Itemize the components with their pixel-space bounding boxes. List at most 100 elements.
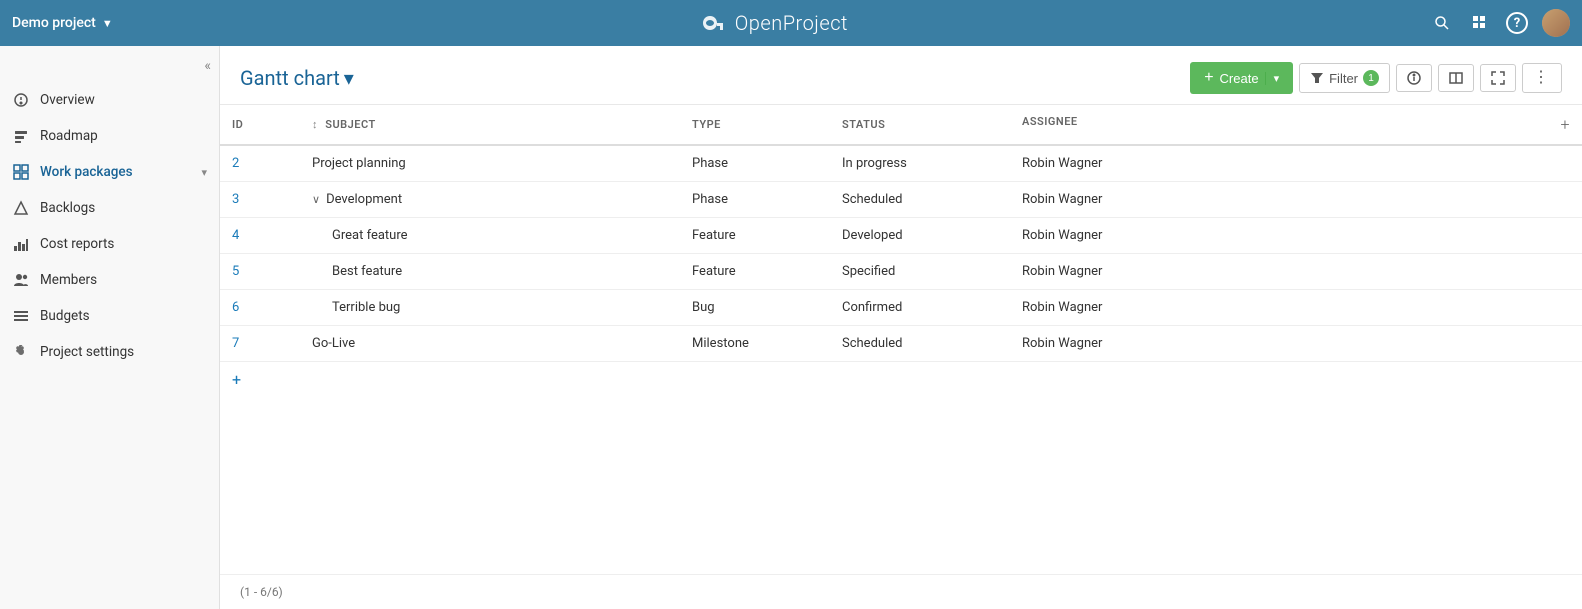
cell-id: 6 bbox=[220, 290, 300, 326]
sidebar-item-project-settings[interactable]: Project settings bbox=[0, 334, 219, 370]
cell-id: 4 bbox=[220, 218, 300, 254]
toolbar: + Create ▾ Filter 1 bbox=[1190, 62, 1562, 94]
cell-subject: Project planning bbox=[300, 145, 680, 182]
backlogs-icon bbox=[12, 199, 30, 217]
col-header-subject: ↕ Subject bbox=[300, 105, 680, 145]
filter-button[interactable]: Filter 1 bbox=[1299, 63, 1390, 93]
title-dropdown-arrow[interactable]: ▾ bbox=[344, 66, 354, 90]
cell-subject: ∨ Development bbox=[300, 182, 680, 218]
sidebar-item-label-members: Members bbox=[40, 272, 207, 288]
help-icon[interactable]: ? bbox=[1506, 12, 1528, 34]
cell-type: Feature bbox=[680, 218, 830, 254]
page-title-text: Gantt chart bbox=[240, 66, 340, 90]
cell-status: Developed bbox=[830, 218, 1010, 254]
info-icon bbox=[1407, 71, 1421, 85]
row-id-link[interactable]: 6 bbox=[232, 300, 239, 315]
project-chevron: ▼ bbox=[102, 17, 113, 30]
cell-status: Scheduled bbox=[830, 326, 1010, 362]
row-id-link[interactable]: 4 bbox=[232, 228, 239, 243]
cell-id: 2 bbox=[220, 145, 300, 182]
main-layout: « Overview Roadmap Work packages ▾ bbox=[0, 46, 1582, 609]
info-button[interactable] bbox=[1396, 64, 1432, 92]
add-column-button[interactable]: + bbox=[1560, 115, 1570, 134]
cell-type: Feature bbox=[680, 254, 830, 290]
split-view-button[interactable] bbox=[1438, 64, 1474, 92]
col-header-id: ID bbox=[220, 105, 300, 145]
create-dropdown-arrow: ▾ bbox=[1265, 72, 1280, 85]
cell-assignee: Robin Wagner bbox=[1010, 145, 1582, 182]
cell-type: Milestone bbox=[680, 326, 830, 362]
cell-type: Phase bbox=[680, 182, 830, 218]
more-options-icon: ⋮ bbox=[1533, 70, 1551, 86]
cell-status: In progress bbox=[830, 145, 1010, 182]
pagination: (1 - 6/6) bbox=[220, 574, 1582, 609]
create-plus-icon: + bbox=[1204, 69, 1213, 87]
cell-status: Confirmed bbox=[830, 290, 1010, 326]
table-header-row: ID ↕ Subject Type Status A bbox=[220, 105, 1582, 145]
sidebar-item-work-packages[interactable]: Work packages ▾ bbox=[0, 154, 219, 190]
more-options-button[interactable]: ⋮ bbox=[1522, 63, 1562, 93]
project-name: Demo project bbox=[12, 15, 96, 31]
sidebar-item-cost-reports[interactable]: Cost reports bbox=[0, 226, 219, 262]
sidebar-item-backlogs[interactable]: Backlogs bbox=[0, 190, 219, 226]
cell-id: 5 bbox=[220, 254, 300, 290]
row-id-link[interactable]: 5 bbox=[232, 264, 239, 279]
table-row: 2Project planningPhaseIn progressRobin W… bbox=[220, 145, 1582, 182]
sidebar-collapse-area: « bbox=[0, 54, 219, 82]
fullscreen-button[interactable] bbox=[1480, 64, 1516, 92]
sidebar-item-label-budgets: Budgets bbox=[40, 308, 207, 324]
fullscreen-icon bbox=[1491, 71, 1505, 85]
search-icon[interactable] bbox=[1430, 11, 1454, 35]
subject-text: Terrible bug bbox=[332, 300, 400, 315]
filter-icon bbox=[1310, 71, 1324, 85]
sidebar-item-members[interactable]: Members bbox=[0, 262, 219, 298]
cell-assignee: Robin Wagner bbox=[1010, 218, 1582, 254]
sidebar-item-budgets[interactable]: Budgets bbox=[0, 298, 219, 334]
create-button[interactable]: + Create ▾ bbox=[1190, 62, 1293, 94]
table-row: 3 ∨ Development PhaseScheduledRobin Wagner bbox=[220, 182, 1582, 218]
grid-icon[interactable] bbox=[1468, 11, 1492, 35]
sidebar-item-roadmap[interactable]: Roadmap bbox=[0, 118, 219, 154]
row-id-link[interactable]: 3 bbox=[232, 192, 239, 207]
split-view-icon bbox=[1449, 71, 1463, 85]
expand-icon[interactable]: ∨ bbox=[312, 193, 320, 206]
top-header: Demo project ▼ OpenProject ? bbox=[0, 0, 1582, 46]
create-label: Create bbox=[1220, 71, 1259, 86]
cell-assignee: Robin Wagner bbox=[1010, 290, 1582, 326]
cell-assignee: Robin Wagner bbox=[1010, 254, 1582, 290]
col-header-type: Type bbox=[680, 105, 830, 145]
subject-text: Project planning bbox=[312, 156, 406, 171]
row-id-link[interactable]: 2 bbox=[232, 156, 239, 171]
cell-type: Bug bbox=[680, 290, 830, 326]
table-area: ID ↕ Subject Type Status A bbox=[220, 105, 1582, 574]
sidebar-item-label-overview: Overview bbox=[40, 92, 207, 108]
sidebar: « Overview Roadmap Work packages ▾ bbox=[0, 46, 220, 609]
cell-status: Scheduled bbox=[830, 182, 1010, 218]
subject-text: Great feature bbox=[332, 228, 408, 243]
sidebar-item-label-work-packages: Work packages bbox=[40, 164, 191, 180]
table-row: 5Best featureFeatureSpecifiedRobin Wagne… bbox=[220, 254, 1582, 290]
sidebar-collapse-button[interactable]: « bbox=[204, 58, 211, 74]
budgets-icon bbox=[12, 307, 30, 325]
row-id-link[interactable]: 7 bbox=[232, 336, 239, 351]
sidebar-item-overview[interactable]: Overview bbox=[0, 82, 219, 118]
project-selector[interactable]: Demo project ▼ bbox=[12, 15, 113, 31]
sort-icon[interactable]: ↕ bbox=[312, 118, 318, 131]
table-row: 6 Terrible bug BugConfirmedRobin Wagner bbox=[220, 290, 1582, 326]
project-settings-icon bbox=[12, 343, 30, 361]
subject-text: Development bbox=[326, 192, 402, 207]
cell-subject: Go-Live bbox=[300, 326, 680, 362]
cell-id: 7 bbox=[220, 326, 300, 362]
cell-assignee: Robin Wagner bbox=[1010, 182, 1582, 218]
sidebar-item-label-roadmap: Roadmap bbox=[40, 128, 207, 144]
add-row-button[interactable]: + bbox=[220, 362, 253, 397]
overview-icon bbox=[12, 91, 30, 109]
content-header: Gantt chart ▾ + Create ▾ Filter 1 bbox=[220, 46, 1582, 105]
sidebar-item-label-cost-reports: Cost reports bbox=[40, 236, 207, 252]
user-avatar[interactable] bbox=[1542, 9, 1570, 37]
members-icon bbox=[12, 271, 30, 289]
cell-id: 3 bbox=[220, 182, 300, 218]
cell-subject: Best feature bbox=[300, 254, 680, 290]
cell-subject: Terrible bug bbox=[300, 290, 680, 326]
sidebar-item-label-project-settings: Project settings bbox=[40, 344, 207, 360]
